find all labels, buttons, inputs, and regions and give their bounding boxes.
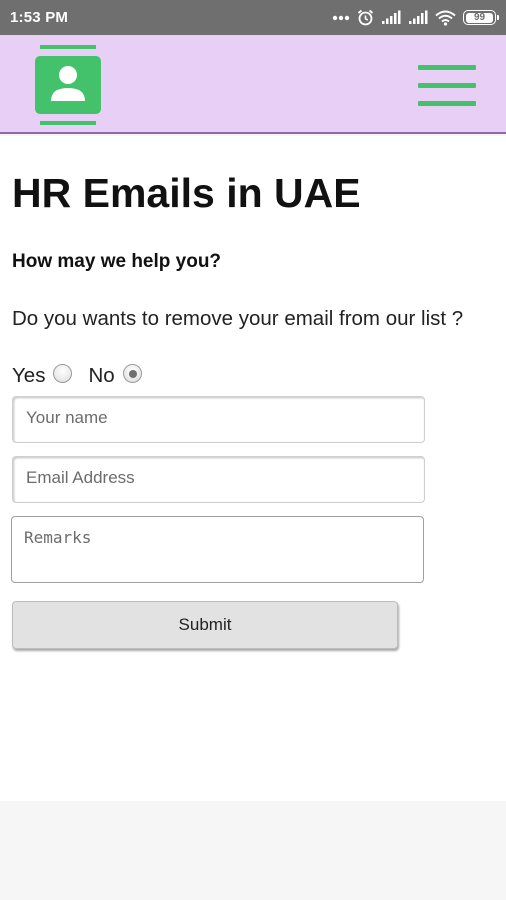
signal-icon <box>382 10 401 24</box>
status-bar: 1:53 PM 99 <box>0 0 506 35</box>
battery-level: 99 <box>466 12 493 23</box>
wifi-icon <box>435 10 456 26</box>
remove-email-question: Do you wants to remove your email from o… <box>12 307 464 330</box>
status-icons: 99 <box>332 9 499 26</box>
option-yes-radio[interactable] <box>53 363 73 383</box>
submit-button[interactable]: Submit <box>12 601 398 649</box>
option-no-radio[interactable] <box>122 363 142 383</box>
email-field[interactable]: Email Address <box>12 456 425 503</box>
signal-icon <box>409 10 428 24</box>
remove-email-options: Yes No <box>12 363 150 388</box>
alarm-icon <box>357 9 374 26</box>
name-field[interactable]: Your name <box>12 396 425 443</box>
hamburger-menu-icon[interactable] <box>418 65 476 107</box>
main-content: HR Emails in UAE How may we help you? Do… <box>0 136 506 801</box>
contacts-book-icon[interactable] <box>34 45 102 125</box>
status-time: 1:53 PM <box>10 9 69 26</box>
page-subtitle: How may we help you? <box>12 251 222 272</box>
option-yes-label: Yes <box>12 364 46 387</box>
option-no-label: No <box>88 364 115 387</box>
battery-icon: 99 <box>463 10 499 25</box>
remarks-field[interactable]: Remarks <box>11 516 424 583</box>
page-title: HR Emails in UAE <box>12 170 361 216</box>
app-header <box>0 35 506 134</box>
more-dots-icon <box>332 15 350 20</box>
